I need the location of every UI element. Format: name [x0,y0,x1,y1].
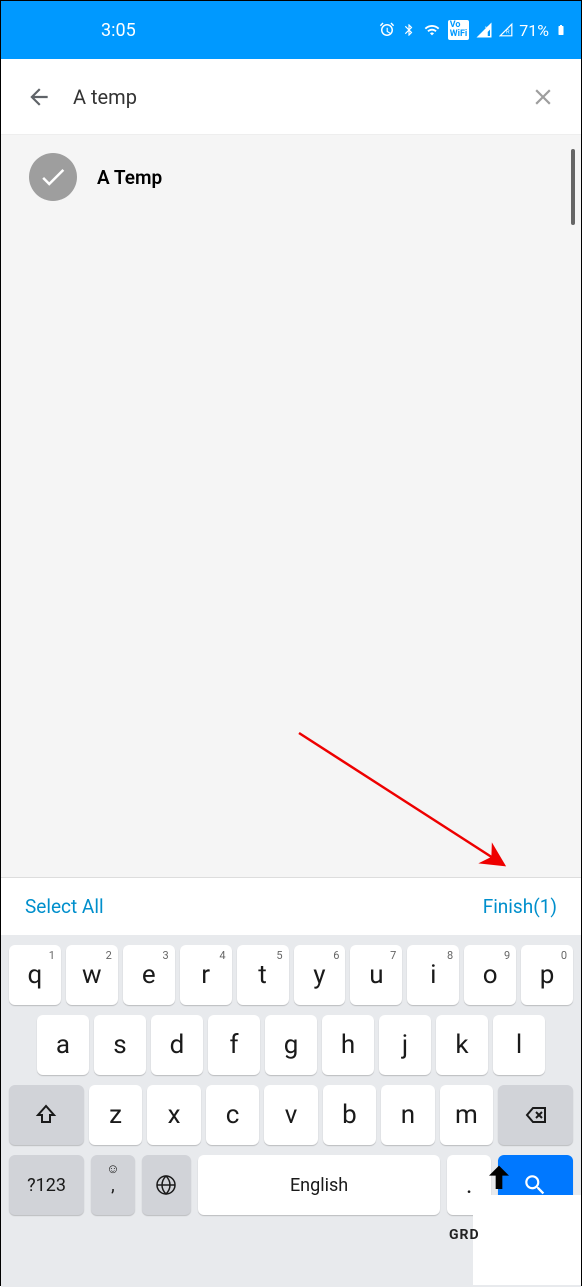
key-t[interactable]: t5 [237,945,289,1005]
svg-text:x: x [485,25,488,32]
action-bar: Select All Finish(1) [1,877,581,935]
status-time: 3:05 [101,20,136,41]
status-bar: 3:05 Vo WiFi x R 71% [1,1,581,59]
key-m[interactable]: m [440,1085,493,1145]
close-icon [530,84,556,110]
list-item[interactable]: A Temp [1,135,581,219]
key-z[interactable]: z [89,1085,142,1145]
bluetooth-icon [402,21,416,39]
key-w[interactable]: w2 [66,945,118,1005]
svg-text:R: R [506,30,510,36]
key-p[interactable]: p0 [521,945,573,1005]
key-r[interactable]: r4 [180,945,232,1005]
key-q[interactable]: q1 [9,945,61,1005]
backspace-key[interactable] [498,1085,573,1145]
key-g[interactable]: g [265,1015,317,1075]
key-y[interactable]: y6 [294,945,346,1005]
check-circle [29,153,77,201]
signal2-icon: R [499,22,513,38]
battery-text: 71% [519,21,549,40]
battery-icon [555,21,567,39]
key-o[interactable]: o9 [464,945,516,1005]
key-row-1: q1w2e3r4t5y6u7i8o9p0 [5,945,577,1005]
emoji-icon: ☺ [106,1161,119,1177]
key-e[interactable]: e3 [123,945,175,1005]
finish-button[interactable]: Finish(1) [483,895,557,918]
signal-icon: x [475,21,493,39]
checkmark-icon [38,162,68,192]
scrollbar[interactable] [571,149,575,225]
status-icons: Vo WiFi x R 71% [378,20,567,40]
key-u[interactable]: u7 [350,945,402,1005]
arrow-back-icon [26,84,52,110]
alarm-icon [378,21,396,39]
watermark-text: GRD [449,1227,480,1243]
key-row-3: zxcvbnm [5,1085,577,1145]
select-all-button[interactable]: Select All [25,895,104,918]
results-list: A Temp [1,135,581,877]
shift-icon [34,1103,58,1127]
clear-button[interactable] [525,79,561,115]
item-label: A Temp [97,166,162,189]
key-a[interactable]: a [37,1015,89,1075]
key-row-2: asdfghjkl [5,1015,577,1075]
key-l[interactable]: l [493,1015,545,1075]
comma-key[interactable]: ☺ , [91,1155,134,1215]
key-i[interactable]: i8 [407,945,459,1005]
globe-key[interactable] [142,1155,191,1215]
back-button[interactable] [21,79,57,115]
space-key[interactable]: English [198,1155,441,1215]
key-x[interactable]: x [147,1085,200,1145]
watermark-overlay: GRD [473,1195,581,1285]
wifi-icon [422,22,442,38]
vowifi-icon: Vo WiFi [448,20,470,40]
key-v[interactable]: v [264,1085,317,1145]
key-h[interactable]: h [322,1015,374,1075]
key-b[interactable]: b [323,1085,376,1145]
globe-icon [154,1173,178,1197]
search-input[interactable] [57,85,525,109]
key-f[interactable]: f [208,1015,260,1075]
key-k[interactable]: k [436,1015,488,1075]
key-j[interactable]: j [379,1015,431,1075]
search-bar [1,59,581,135]
backspace-icon [522,1103,550,1127]
key-s[interactable]: s [94,1015,146,1075]
key-c[interactable]: c [206,1085,259,1145]
symbols-key[interactable]: ?123 [9,1155,84,1215]
watermark-arrow-icon [479,1159,519,1199]
key-n[interactable]: n [381,1085,434,1145]
key-d[interactable]: d [151,1015,203,1075]
shift-key[interactable] [9,1085,84,1145]
